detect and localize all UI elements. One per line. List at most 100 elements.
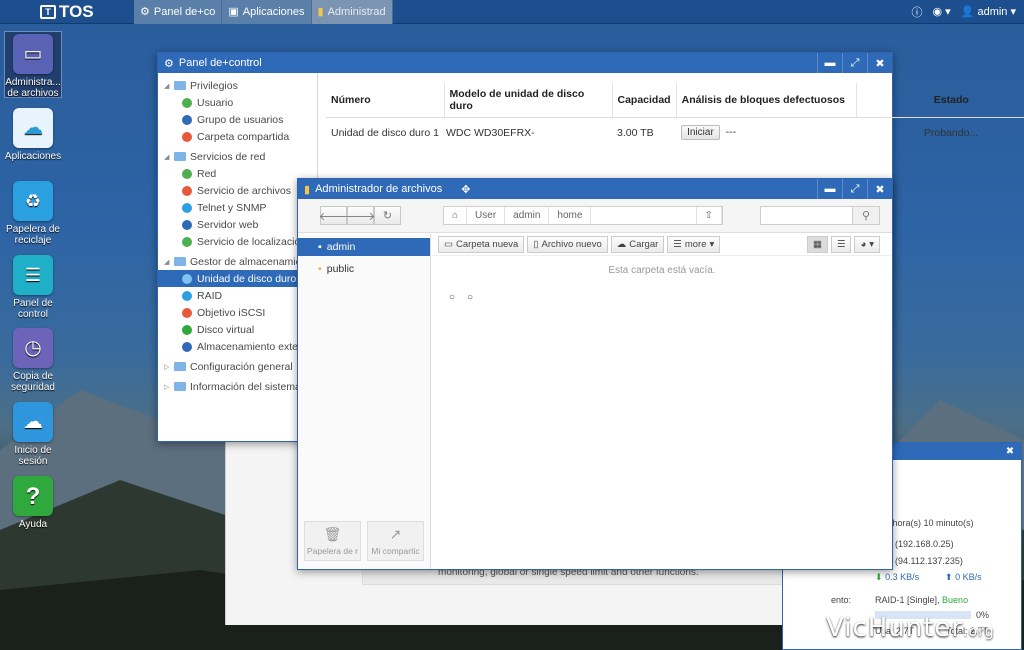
col-number: Número <box>326 83 445 118</box>
disk-number: Unidad de disco duro 1 <box>331 126 439 139</box>
cloud-upload-icon: ☁ <box>616 239 627 250</box>
home-icon[interactable]: ⌂ <box>444 207 468 224</box>
watermark: VicHunter.org <box>826 613 995 643</box>
minimize-button[interactable]: ▬ <box>817 179 842 199</box>
tree-item-web-server[interactable]: Servidor web <box>158 216 317 233</box>
trash-icon: ♻ <box>13 181 53 221</box>
file-manager-titlebar[interactable]: ▮ Administrador de archivos ✥ ▬ ⤢ ✖ <box>298 179 892 199</box>
settings-dropdown[interactable]: ◕ ▾ <box>854 236 880 253</box>
tree-item-location[interactable]: Servicio de localización <box>158 233 317 250</box>
folder-icon <box>174 152 186 161</box>
search-icon[interactable]: ⚲ <box>852 207 879 224</box>
tree-group-storage[interactable]: ◢ Gestor de almacenamiento <box>158 253 317 270</box>
minimize-button[interactable]: ▬ <box>817 53 842 73</box>
new-folder-button[interactable]: ▭ Carpeta nueva <box>438 236 525 253</box>
action-label: Carpeta nueva <box>455 239 519 250</box>
file-actions-bar: ▭ Carpeta nueva ▯ Archivo nuevo ☁ Cargar ☰ m… <box>432 234 892 256</box>
window-title: Administrador de archivos <box>315 183 443 195</box>
info-icon[interactable]: ⓘ <box>912 4 923 20</box>
more-button[interactable]: ☰ more ▾ <box>667 236 721 253</box>
my-shares-button[interactable]: ↗ Mi compartic <box>367 521 424 561</box>
monitor-icon: ▭ <box>13 34 53 74</box>
tos-logo[interactable]: T TOS <box>0 0 134 24</box>
hard-disk-icon <box>182 273 192 284</box>
close-icon[interactable]: ✖ <box>999 446 1021 457</box>
expand-arrow-icon: ▷ <box>164 383 170 391</box>
tab-apps[interactable]: ▣ Aplicaciones <box>222 0 312 24</box>
tree-item-shared-folder[interactable]: Carpeta compartida <box>158 128 317 145</box>
desktop-icon-apps[interactable]: ☁ Aplicaciones <box>4 108 62 162</box>
desktop-icon-label: Copia de seguridad <box>11 371 55 393</box>
users-icon <box>182 114 192 125</box>
sidebar-label: public <box>326 263 355 275</box>
raid-state: Bueno <box>942 595 969 605</box>
location-icon <box>182 236 192 247</box>
tree-item-hard-disk[interactable]: Unidad de disco duro <box>158 270 317 287</box>
go-up-icon[interactable]: ⇧ <box>695 207 722 224</box>
close-button[interactable]: ✖ <box>867 179 892 199</box>
refresh-button[interactable]: ↻ <box>374 206 401 225</box>
grid-view-button[interactable]: ▦ <box>806 236 828 253</box>
desktop-icon-login[interactable]: ☁ Inicio de sesión <box>4 402 62 467</box>
sidebar-item-public[interactable]: ▪ public <box>298 260 430 278</box>
breadcrumb-admin[interactable]: admin <box>505 207 550 224</box>
share-icon: ↗ <box>389 526 402 542</box>
tree-item-iscsi[interactable]: Objetivo iSCSI <box>158 304 317 321</box>
raid-icon <box>182 290 192 301</box>
tree-label: RAID <box>197 289 223 302</box>
breadcrumb-user[interactable]: User <box>467 207 506 224</box>
table-header: Número Modelo de unidad de disco duro Ca… <box>326 83 1024 118</box>
tree-item-user[interactable]: Usuario <box>158 94 317 111</box>
tab-panel-control[interactable]: ⚙ Panel de+co <box>134 0 223 24</box>
tree-item-virtual-disk[interactable]: Disco virtual <box>158 321 317 338</box>
cell-number: Unidad de disco duro 1 <box>326 118 444 148</box>
maximize-button[interactable]: ⤢ <box>842 53 867 73</box>
tree-item-raid[interactable]: RAID <box>158 287 317 304</box>
desktop-icon-control-panel[interactable]: ☰ Panel de control <box>4 255 62 320</box>
move-cursor-icon: ✥ <box>461 183 471 196</box>
search-input[interactable]: ⚲ <box>760 206 880 225</box>
table-row[interactable]: Unidad de disco duro 1 WDC WD30EFRX- 3.0… <box>326 118 1024 148</box>
desktop-icon-backup[interactable]: ◷ Copia de seguridad <box>4 328 62 393</box>
watermark-suffix: .org <box>963 624 995 640</box>
terminal-icon <box>182 202 192 213</box>
desktop-icon-recycle[interactable]: ♻ Papelera de reciclaje <box>4 181 62 246</box>
breadcrumb-home[interactable]: home <box>549 207 592 224</box>
tree-item-external-storage[interactable]: Almacenamiento externo <box>158 338 317 355</box>
desktop-icon-help[interactable]: ? Ayuda <box>4 476 62 530</box>
tree-group-general[interactable]: ▷ Configuración general <box>158 358 317 375</box>
desktop-icon-file-manager[interactable]: ▭ Administra... de archivos <box>4 31 62 99</box>
tab-label: Administrad <box>327 5 386 18</box>
back-button[interactable]: 🡐 <box>319 206 348 225</box>
list-icon: ☰ <box>673 239 682 250</box>
bottom-label: Papelera de r <box>306 546 359 556</box>
control-panel-titlebar[interactable]: ⚙ Panel de+control ▬ ⤢ ✖ <box>158 53 892 73</box>
folder-icon <box>174 382 186 391</box>
list-view-button[interactable]: ☰ <box>830 236 852 253</box>
start-scan-button[interactable]: Iniciar <box>681 125 720 140</box>
top-right-controls: ⓘ ◉ ▾ 👤 admin ▾ <box>912 4 1024 20</box>
upload-button[interactable]: ☁ Cargar <box>610 236 665 253</box>
tree-group-privileges[interactable]: ◢ Privilegios <box>158 77 317 94</box>
tab-file-manager[interactable]: ▮ Administrad <box>311 0 393 24</box>
sidebar-item-admin[interactable]: ▪ admin <box>298 238 430 256</box>
recycle-bin-button[interactable]: 🗑 Papelera de r <box>304 521 361 561</box>
expand-arrow-icon: ▷ <box>164 363 170 371</box>
file-service-icon <box>182 185 192 196</box>
user-menu[interactable]: 👤 admin ▾ <box>961 5 1016 18</box>
tree-group-system-info[interactable]: ▷ Información del sistema <box>158 378 317 395</box>
tree-item-file-service[interactable]: Servicio de archivos <box>158 182 317 199</box>
hard-disk-table: Número Modelo de unidad de disco duro Ca… <box>326 83 1024 147</box>
tree-item-telnet[interactable]: Telnet y SNMP <box>158 199 317 216</box>
tree-item-network[interactable]: Red <box>158 165 317 182</box>
forward-button[interactable]: 🡒 <box>346 206 375 225</box>
close-button[interactable]: ✖ <box>867 53 892 73</box>
collapse-arrow-icon: ◢ <box>164 258 170 266</box>
maximize-button[interactable]: ⤢ <box>842 179 867 199</box>
new-file-button[interactable]: ▯ Archivo nuevo <box>527 236 608 253</box>
user-folder-icon: ▪ <box>318 241 322 253</box>
globe-icon[interactable]: ◉ ▾ <box>933 5 951 18</box>
tree-group-network[interactable]: ◢ Servicios de red <box>158 148 317 165</box>
folder-icon <box>174 257 186 266</box>
tree-item-user-groups[interactable]: Grupo de usuarios <box>158 111 317 128</box>
